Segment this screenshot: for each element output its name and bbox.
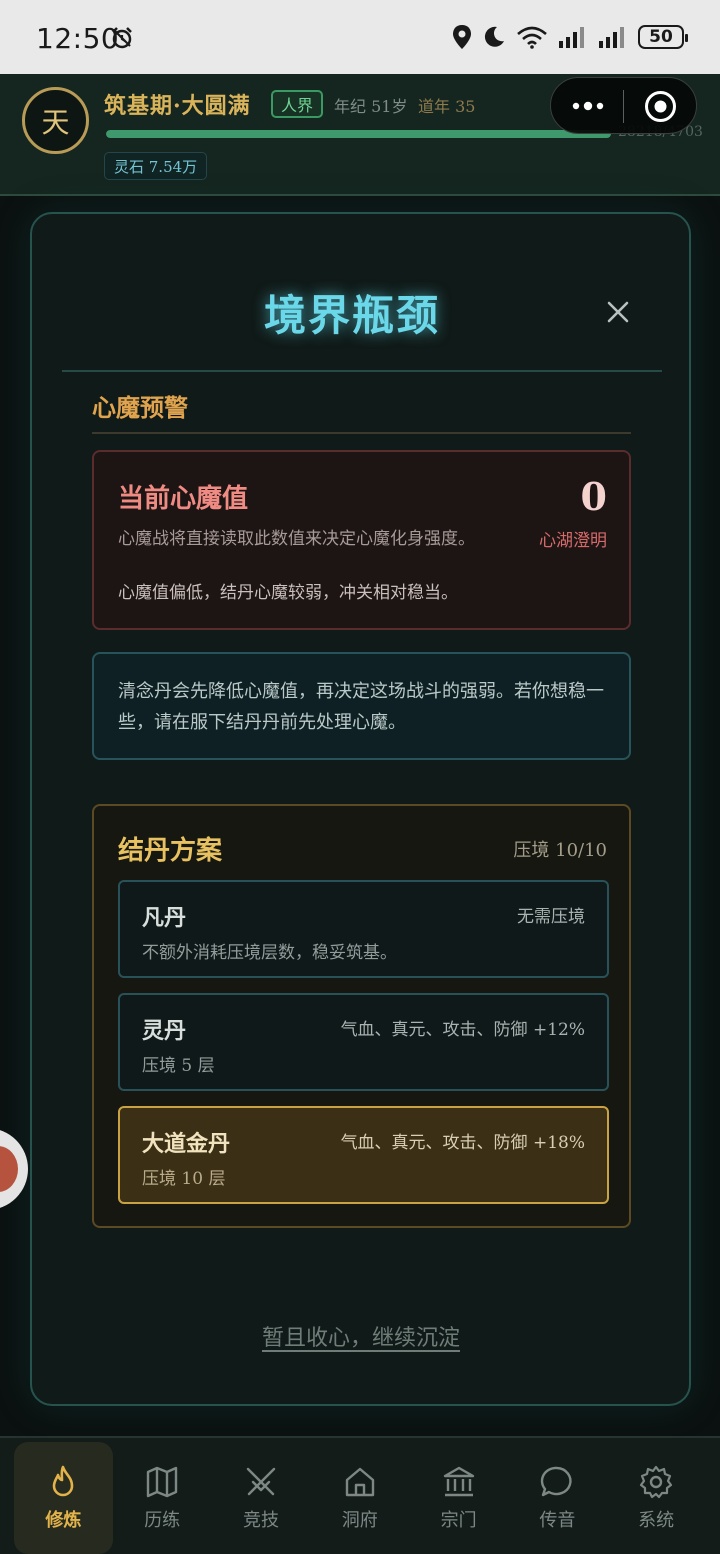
option-name: 灵丹 [142,1018,187,1044]
nav-item-cave[interactable]: 洞府 [310,1442,409,1554]
option-description: 压境 5 层 [142,1056,215,1076]
demon-value: 0 [580,474,607,519]
flame-icon [53,1465,74,1497]
xp-progress-bar [106,130,611,138]
realm-label: 筑基期·大圆满 [104,93,251,119]
dismiss-link[interactable]: 暂且收心，继续沉淀 [32,1320,690,1352]
chat-bubble-icon [541,1466,573,1497]
section-label: 心魔预警 [92,393,188,422]
nav-item-cultivate[interactable]: 修炼 [14,1442,113,1554]
demon-title: 当前心魔值 [118,484,249,514]
section-divider [92,432,631,434]
battery-icon: 50 [638,25,688,49]
signal-icon-2 [599,27,624,48]
dao-year-label: 道年 35 [418,97,476,116]
title-divider [62,370,662,372]
plan-option-mortal-core[interactable]: 凡丹 无需压境 不额外消耗压境层数，稳妥筑基。 [118,880,609,978]
assistant-icon [0,1146,18,1192]
dialog-title: 境界瓶颈 [263,291,440,340]
clock: 12:50 [36,22,120,55]
option-tag: 无需压境 [517,907,585,927]
suppress-count: 压境 10/10 [513,840,607,861]
nav-label: 洞府 [341,1510,378,1531]
gear-icon [640,1465,673,1499]
more-icon[interactable] [571,94,605,118]
heart-demon-card: 当前心魔值 0 心魔战将直接读取此数值来决定心魔化身强度。 心湖澄明 心魔值偏低… [92,450,631,630]
world-badge: 人界 [271,90,324,118]
age-label: 年纪 51岁 [334,97,408,116]
alarm-icon [112,27,132,49]
nav-item-settings[interactable]: 系统 [607,1442,706,1554]
avatar-char: 天 [41,105,70,139]
home-icon [345,1467,374,1497]
nav-item-adventure[interactable]: 历练 [113,1442,212,1554]
bottom-nav: 修炼 历练 竞技 洞府 宗门 传音 系统 [0,1436,720,1554]
demon-note: 心魔值偏低，结丹心魔较弱，冲关相对稳当。 [118,583,458,603]
demon-description: 心魔战将直接读取此数值来决定心魔化身强度。 [118,529,475,549]
info-card: 清念丹会先降低心魔值，再决定这场战斗的强弱。若你想稳一些，请在服下结丹丹前先处理… [92,652,631,760]
option-description: 不额外消耗压境层数，稳妥筑基。 [142,943,397,963]
avatar[interactable]: 天 [22,87,89,154]
player-header: 天 筑基期·大圆满 人界 年纪 51岁 道年 35 28218/4703 灵石 … [0,74,720,196]
plan-option-golden-core[interactable]: 大道金丹 气血、真元、攻击、防御 +18% 压境 10 层 [118,1106,609,1204]
bottleneck-dialog: 境界瓶颈 心魔预警 当前心魔值 0 心魔战将直接读取此数值来决定心魔化身强度。 … [30,212,691,1406]
close-icon[interactable] [606,300,630,324]
plan-option-spirit-core[interactable]: 灵丹 气血、真元、攻击、防御 +12% 压境 5 层 [118,993,609,1091]
map-icon [146,1466,178,1498]
xp-progress-fill [106,130,611,138]
option-name: 凡丹 [142,905,187,931]
option-name: 大道金丹 [142,1131,231,1157]
nav-label: 宗门 [440,1510,477,1531]
nav-item-sect[interactable]: 宗门 [409,1442,508,1554]
miniprogram-capsule [550,77,697,134]
option-description: 压境 10 层 [142,1169,226,1189]
nav-label: 竞技 [242,1510,279,1531]
status-bar: 12:50 50 [0,0,720,74]
spirit-stone-badge: 灵石 7.54万 [104,152,208,180]
core-plan-card: 结丹方案 压境 10/10 凡丹 无需压境 不额外消耗压境层数，稳妥筑基。 灵丹… [92,804,631,1228]
moon-icon [484,26,504,47]
demon-state: 心湖澄明 [539,531,607,551]
floating-assistant-button[interactable] [0,1128,28,1210]
nav-label: 修炼 [45,1510,82,1531]
nav-label: 历练 [144,1510,181,1531]
wifi-icon [517,26,547,49]
location-icon [453,25,471,49]
plan-title: 结丹方案 [118,836,223,866]
capsule-divider [623,90,624,123]
nav-item-arena[interactable]: 竞技 [212,1442,311,1554]
signal-icon [559,27,584,48]
option-tag: 气血、真元、攻击、防御 +18% [340,1133,585,1153]
nav-item-message[interactable]: 传音 [508,1442,607,1554]
nav-label: 系统 [638,1510,675,1531]
nav-label: 传音 [539,1510,576,1531]
temple-icon [443,1466,474,1497]
option-tag: 气血、真元、攻击、防御 +12% [340,1020,585,1040]
battery-level: 50 [649,27,673,47]
close-miniprogram-icon[interactable] [644,90,677,123]
swords-icon [246,1467,276,1496]
